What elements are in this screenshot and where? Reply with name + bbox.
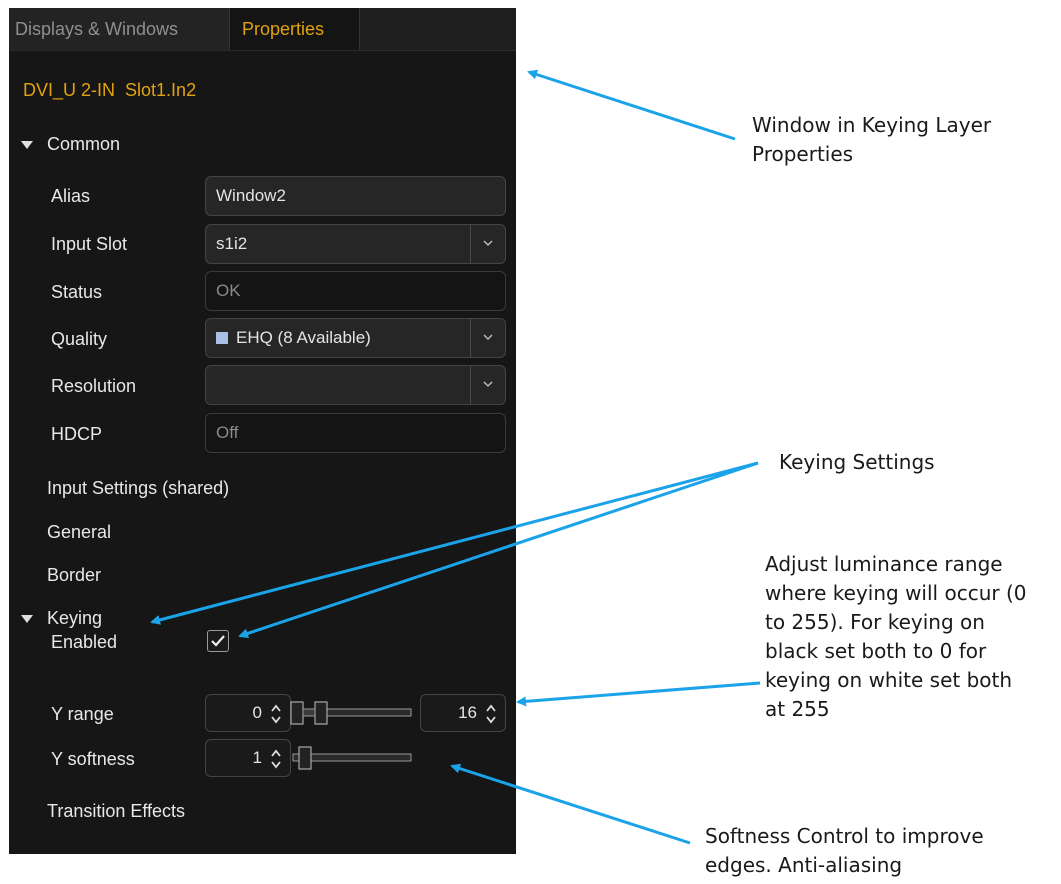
arrow-luminance xyxy=(516,681,761,707)
arrow-window xyxy=(527,69,736,141)
arrow-softness xyxy=(450,763,691,845)
annotation-arrows xyxy=(150,69,761,845)
arrow-keying-section xyxy=(150,461,759,625)
arrow-keying-enabled xyxy=(238,461,759,639)
